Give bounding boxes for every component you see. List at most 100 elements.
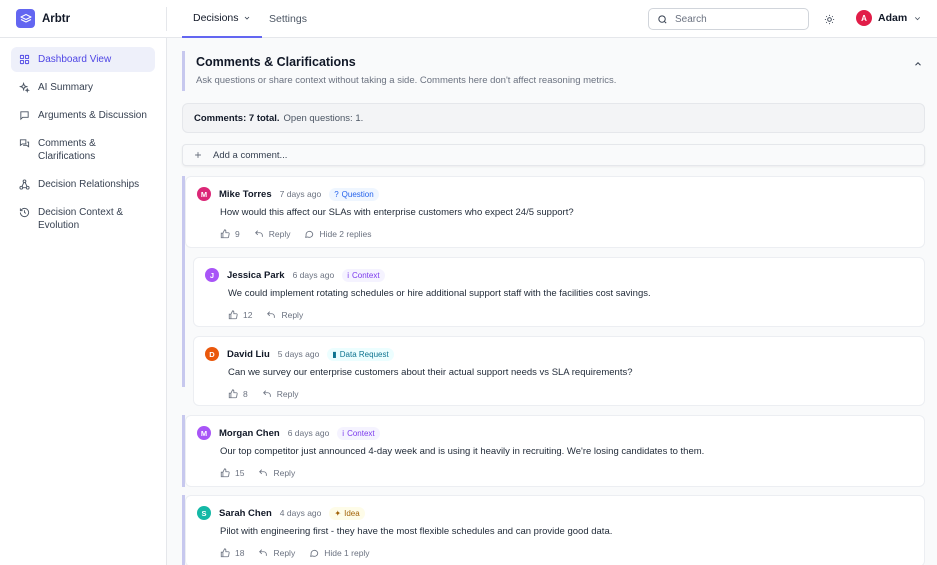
like-button[interactable]: 18 [220, 548, 244, 558]
section-title: Comments & Clarifications [196, 55, 356, 69]
main-content: Comments & Clarifications Ask questions … [167, 38, 937, 565]
reply-icon [267, 311, 276, 318]
sidebar-item-label: Dashboard View [38, 54, 112, 65]
thumbs-up-icon [220, 229, 230, 239]
reply-button[interactable]: Reply [258, 468, 295, 478]
comment-thread: S Sarah Chen 4 days ago ✦ Idea Pilot with… [182, 495, 925, 565]
comment-text: Our top competitor just announced 4-day … [220, 446, 705, 457]
thumbs-up-icon [220, 468, 230, 478]
comment-card: M Morgan Chen 6 days ago i Context Our to… [185, 415, 925, 487]
reply-button[interactable]: Reply [266, 310, 303, 320]
topbar-divider [166, 7, 167, 31]
sidebar-item-dashboard-view[interactable]: Dashboard View [11, 47, 155, 72]
thumbs-up-icon [228, 389, 238, 399]
collapse-button[interactable] [911, 57, 925, 71]
question-icon: ? [334, 189, 339, 199]
sidebar-item-arguments-discussion[interactable]: Arguments & Discussion [11, 103, 155, 128]
like-button[interactable]: 12 [228, 310, 252, 320]
search-box[interactable] [648, 8, 809, 30]
lightbulb-icon: ✦ [334, 508, 342, 518]
sidebar-item-ai-summary[interactable]: AI Summary [11, 75, 155, 100]
comment-thread: M Morgan Chen 6 days ago i Context Our to… [182, 415, 925, 487]
comment-time: 5 days ago [277, 349, 320, 359]
comment-type-badge: ✦ Idea [329, 506, 365, 520]
add-comment-label: Add a comment... [213, 149, 288, 161]
like-button[interactable]: 15 [220, 468, 244, 478]
sidebar-item-label: AI Summary [38, 82, 94, 93]
section-subtitle: Ask questions or share context without t… [196, 75, 617, 86]
comment-thread: M Mike Torres 7 days ago ? Question How w… [182, 176, 925, 406]
comment-type-badge: i Context [342, 268, 385, 282]
add-comment-button[interactable]: Add a comment... [182, 144, 925, 166]
sidebar: Dashboard View AI Summary Arguments & Di… [0, 38, 167, 565]
comment-time: 6 days ago [292, 270, 335, 280]
bar-chart-icon: ▮ [332, 349, 337, 359]
chevron-down-icon [915, 16, 921, 20]
app-name: Arbtr [42, 12, 71, 25]
comments-summary: Comments: 7 total. Open questions: 1. [182, 103, 925, 133]
brand[interactable]: Arbtr [16, 9, 70, 28]
sun-icon [824, 14, 834, 24]
avatar: S [197, 506, 211, 520]
chat-icon [19, 109, 30, 122]
sidebar-item-label: Arguments & Discussion [38, 110, 147, 121]
comment-author: Morgan Chen [219, 427, 280, 439]
comment-author: Mike Torres [219, 188, 272, 200]
sidebar-item-decision-context-evolution[interactable]: Decision Context & Evolution [11, 200, 155, 238]
user-name: Adam [878, 12, 908, 24]
comment-type-badge: ▮ Data Request [327, 347, 394, 361]
comment-author: Jessica Park [227, 269, 285, 281]
comment-card: D David Liu 5 days ago ▮ Data Request Can… [193, 336, 925, 406]
avatar: M [197, 187, 211, 201]
sidebar-item-decision-relationships[interactable]: Decision Relationships [11, 172, 155, 197]
sidebar-item-label: Decision Relationships [38, 179, 140, 190]
sidebar-item-comments-clarifications[interactable]: Comments & Clarifications [11, 131, 155, 169]
user-menu[interactable]: A Adam [856, 10, 922, 26]
comments-count: Comments: 7 total. [194, 112, 280, 124]
tab-decisions[interactable]: Decisions [182, 0, 262, 38]
chats-icon [19, 137, 30, 150]
tab-settings[interactable]: Settings [269, 0, 307, 38]
avatar: M [197, 426, 211, 440]
comment-text: Can we survey our enterprise customers a… [228, 367, 633, 378]
like-button[interactable]: 9 [220, 229, 240, 239]
comment-type-badge: i Context [337, 426, 380, 440]
info-icon: i [342, 428, 345, 438]
toggle-replies-button[interactable]: Hide 2 replies [304, 229, 371, 239]
search-icon [658, 14, 667, 24]
sparkle-icon [19, 81, 30, 94]
sidebar-item-label: Comments & Clarifications [38, 138, 96, 162]
comment-text: We could implement rotating schedules or… [228, 288, 651, 299]
grid-icon [19, 53, 30, 66]
comment-card: S Sarah Chen 4 days ago ✦ Idea Pilot with… [185, 495, 925, 565]
chat-icon [305, 230, 314, 238]
reply-icon [259, 469, 268, 476]
thumbs-up-icon [228, 310, 238, 320]
like-button[interactable]: 8 [228, 389, 248, 399]
toggle-replies-button[interactable]: Hide 1 reply [309, 548, 370, 558]
avatar: D [205, 347, 219, 361]
chevron-down-icon [244, 16, 249, 20]
thumbs-up-icon [220, 548, 230, 558]
theme-toggle-button[interactable] [821, 11, 837, 27]
comment-time: 7 days ago [279, 189, 322, 199]
reply-button[interactable]: Reply [258, 548, 295, 558]
tab-settings-label: Settings [269, 13, 307, 25]
reply-button[interactable]: Reply [262, 389, 298, 399]
comment-text: How would this affect our SLAs with ente… [220, 207, 574, 218]
search-input[interactable] [675, 13, 795, 25]
reply-icon [262, 390, 271, 397]
sidebar-item-label: Decision Context & Evolution [38, 207, 124, 231]
info-icon: i [347, 270, 349, 280]
reply-button[interactable]: Reply [254, 229, 290, 239]
comment-card: J Jessica Park 6 days ago i Context We co… [193, 257, 925, 327]
chat-icon [310, 549, 319, 557]
history-icon [19, 206, 30, 219]
comment-author: David Liu [227, 348, 270, 360]
tab-decisions-label: Decisions [193, 12, 239, 24]
reply-icon [259, 549, 268, 556]
network-icon [19, 178, 30, 191]
reply-icon [254, 230, 263, 237]
comment-type-badge: ? Question [329, 187, 379, 201]
layers-logo-icon [16, 9, 35, 28]
